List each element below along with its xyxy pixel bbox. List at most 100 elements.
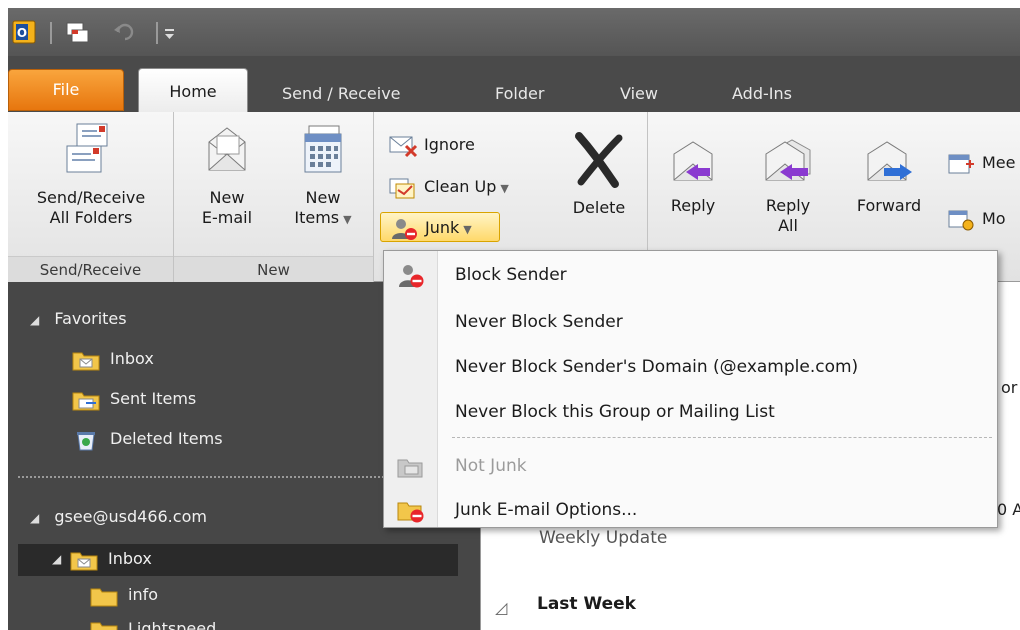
folder-icon: [90, 588, 118, 607]
menu-item-label: Never Block this Group or Mailing List: [455, 402, 775, 422]
svg-text:O: O: [17, 26, 27, 40]
clean-up-icon: [389, 178, 415, 199]
qat-divider: [50, 22, 52, 44]
ribbon-tabs: File Home Send / Receive Folder View Add…: [8, 68, 1020, 112]
more-label: Mo: [982, 209, 1006, 228]
send-receive-all-button[interactable]: Send/Receive All Folders: [8, 122, 174, 228]
outlook-logo-icon: O: [12, 20, 36, 44]
inbox-folder-icon: [72, 352, 100, 371]
reply-all-icon: [765, 139, 811, 181]
collapse-triangle-icon: ◢: [30, 511, 40, 525]
account-inbox-label: Inbox: [108, 549, 152, 568]
tab-home[interactable]: Home: [138, 68, 248, 112]
folder-icon: [90, 622, 118, 630]
menu-item-label: Never Block Sender's Domain (@example.co…: [455, 357, 859, 377]
tab-folder[interactable]: Folder: [495, 76, 544, 112]
send-receive-all-label-1: Send/Receive: [36, 188, 146, 207]
clean-up-label: Clean Up: [424, 177, 497, 196]
junk-options-icon: [397, 502, 424, 523]
new-email-label-1: New: [209, 188, 245, 207]
new-items-label-2: Items ▼: [278, 208, 368, 230]
tab-send-receive[interactable]: Send / Receive: [282, 76, 401, 112]
junk-icon: [392, 219, 417, 240]
reply-all-button[interactable]: Reply All: [748, 138, 828, 236]
menu-item-never-block-sender[interactable]: Never Block Sender: [384, 303, 997, 341]
group-collapse-icon[interactable]: ◿: [495, 598, 507, 617]
new-items-button[interactable]: New Items ▼: [278, 122, 368, 230]
send-receive-all-label-2: All Folders: [49, 208, 133, 227]
clean-up-button[interactable]: Clean Up ▼: [380, 172, 509, 202]
menu-item-label: Never Block Sender: [455, 312, 623, 332]
partial-received-time: 0 A: [997, 500, 1020, 519]
meeting-label: Mee: [982, 153, 1016, 172]
folder-info[interactable]: info: [90, 580, 158, 610]
block-sender-icon: [399, 265, 424, 288]
tab-view[interactable]: View: [620, 76, 658, 112]
new-email-icon: [208, 127, 246, 171]
more-respond-icon: [948, 210, 974, 231]
group-label-new: New: [174, 256, 373, 282]
favorites-deleted-items-label: Deleted Items: [110, 429, 223, 448]
tab-file[interactable]: File: [8, 69, 124, 111]
delete-label: Delete: [572, 198, 626, 217]
forward-button[interactable]: Forward: [844, 138, 934, 216]
customize-qat-icon[interactable]: [162, 20, 178, 44]
menu-item-block-sender[interactable]: Block Sender: [384, 256, 997, 294]
account-label: gsee@usd466.com: [54, 507, 207, 526]
ignore-button[interactable]: Ignore: [380, 130, 475, 160]
favorites-sent-items-label: Sent Items: [110, 389, 197, 408]
junk-label: Junk: [425, 218, 460, 237]
not-junk-icon: [397, 459, 423, 478]
menu-item-label: Block Sender: [455, 265, 567, 285]
menu-item-label: Junk E-mail Options...: [455, 500, 638, 520]
menu-item-never-block-group[interactable]: Never Block this Group or Mailing List: [384, 393, 997, 431]
favorites-sent-items[interactable]: Sent Items: [72, 384, 196, 414]
tab-add-ins[interactable]: Add-Ins: [732, 76, 792, 112]
folder-lightspeed-label: Lightspeed: [128, 619, 217, 630]
menu-separator: [452, 437, 992, 438]
meeting-button[interactable]: Mee: [938, 148, 1016, 178]
inbox-icon-wrap: [70, 544, 100, 574]
new-items-label-1: New: [305, 188, 341, 207]
new-email-button[interactable]: New E-mail: [182, 122, 272, 228]
partial-column-header: or: [1001, 378, 1018, 397]
folder-info-label: info: [128, 585, 159, 604]
send-receive-qat-icon[interactable]: [64, 20, 90, 46]
qat-divider: [156, 22, 158, 44]
forward-label: Forward: [856, 196, 922, 215]
collapse-triangle-icon: ◢: [30, 313, 40, 327]
favorites-inbox-label: Inbox: [110, 349, 154, 368]
outlook-window: O File Home Send / Receive Folder View A…: [8, 8, 1020, 630]
group-header-last-week[interactable]: Last Week: [537, 594, 636, 614]
folder-lightspeed[interactable]: Lightspeed: [90, 614, 216, 630]
new-items-icon: [304, 125, 342, 173]
new-email-label-2: E-mail: [201, 208, 253, 227]
new-items-label-text: Items: [294, 208, 340, 227]
menu-item-never-block-domain[interactable]: Never Block Sender's Domain (@example.co…: [384, 348, 997, 386]
reply-all-label-2: All: [778, 216, 798, 235]
delete-icon: [575, 132, 623, 188]
undo-icon[interactable]: [112, 20, 136, 44]
send-receive-group: Send/Receive All Folders Send/Receive: [8, 112, 174, 282]
new-items-caret-icon: ▼: [343, 213, 352, 226]
menu-item-label: Not Junk: [455, 456, 527, 476]
collapse-triangle-icon: ◢: [52, 552, 62, 566]
deleted-items-icon: [77, 432, 95, 451]
favorites-header[interactable]: ◢ Favorites: [30, 304, 127, 334]
favorites-inbox[interactable]: Inbox: [72, 344, 154, 374]
reply-button[interactable]: Reply: [658, 138, 728, 216]
reply-all-label-1: Reply: [765, 196, 811, 215]
junk-button[interactable]: Junk ▼: [380, 212, 500, 242]
favorites-deleted-items[interactable]: Deleted Items: [72, 424, 223, 454]
forward-icon: [867, 141, 912, 181]
ignore-icon: [389, 136, 418, 158]
junk-caret-icon: ▼: [463, 223, 472, 236]
delete-button[interactable]: Delete: [554, 130, 644, 218]
more-button[interactable]: Mo: [938, 204, 1006, 234]
menu-item-not-junk[interactable]: Not Junk: [384, 447, 997, 485]
message-subject[interactable]: Weekly Update: [539, 528, 667, 548]
menu-item-junk-email-options[interactable]: Junk E-mail Options...: [384, 491, 997, 529]
junk-dropdown-menu: Block Sender Never Block Sender Never Bl…: [383, 250, 998, 528]
reply-label: Reply: [670, 196, 716, 215]
account-header[interactable]: ◢ gsee@usd466.com: [30, 502, 207, 532]
